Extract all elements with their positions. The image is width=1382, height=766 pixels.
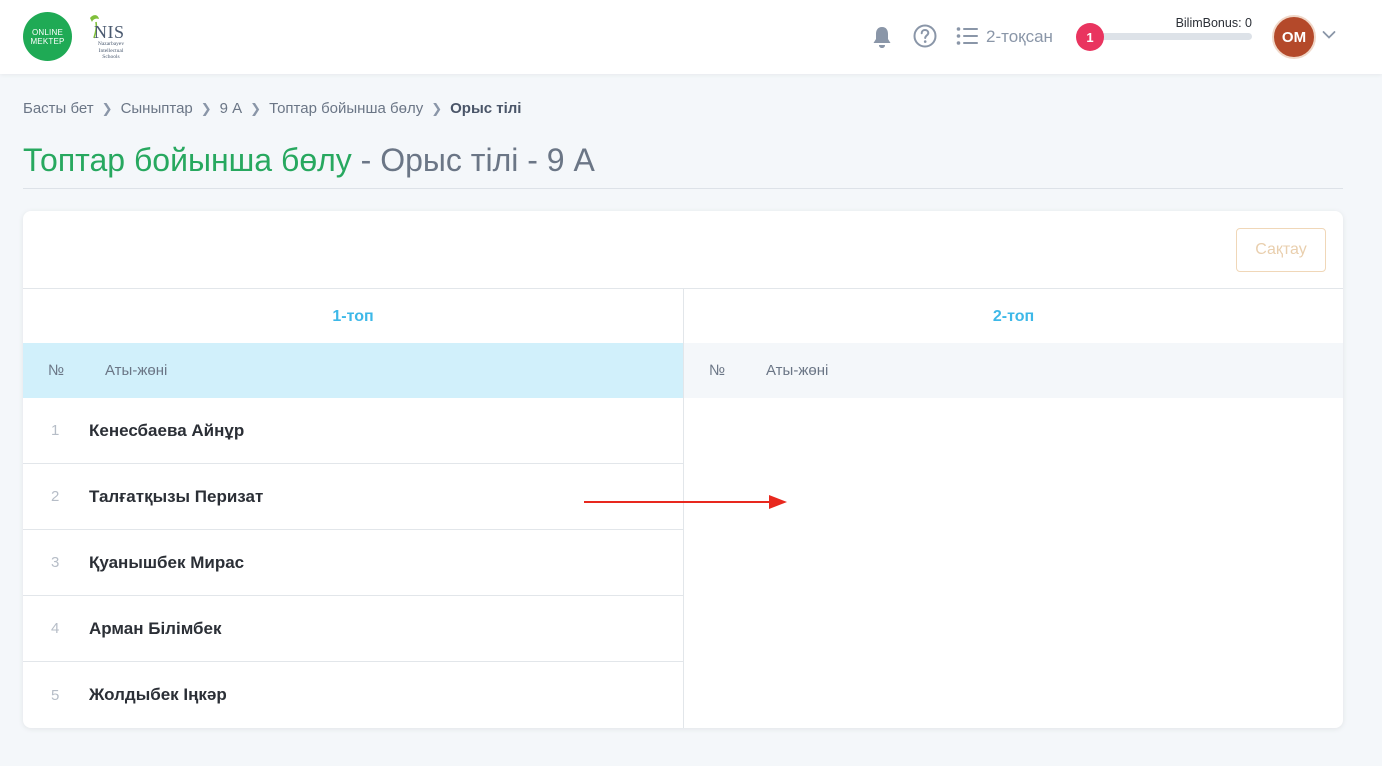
page-title-rest: - Орыс тілі - 9 А: [351, 142, 595, 178]
student-number: 4: [51, 620, 60, 637]
group-1-table-header: № Аты-жөні: [23, 343, 683, 398]
column-name-header: Аты-жөні: [105, 362, 168, 379]
column-name-header: Аты-жөні: [766, 362, 829, 379]
student-name: Арман Білімбек: [89, 618, 222, 638]
student-row[interactable]: 5 Жолдыбек Іңкәр: [23, 662, 683, 728]
student-row[interactable]: 4 Арман Білімбек: [23, 596, 683, 662]
student-number: 1: [51, 422, 60, 439]
group-1-student-list: 1 Кенесбаева Айнұр 2 Талғатқызы Перизат …: [23, 398, 683, 728]
title-divider: [23, 188, 1343, 189]
nis-logo[interactable]: NIS Nazarbayev Intellectual Schools: [84, 12, 134, 62]
chevron-right-icon: ❯: [431, 100, 443, 116]
logo-online-top: ONLINE: [32, 27, 63, 37]
nis-logo-word: NIS: [94, 22, 125, 42]
online-mektep-logo[interactable]: ONLINE MEKTEP: [23, 12, 72, 61]
page-title-main: Топтар бойынша бөлу: [23, 142, 352, 178]
drag-direction-arrow-icon: [584, 495, 787, 509]
page-title: Топтар бойынша бөлу - Орыс тілі - 9 А: [23, 142, 595, 179]
column-number-header: №: [48, 362, 65, 379]
breadcrumb-classes[interactable]: Сыныптар: [121, 100, 193, 117]
user-avatar[interactable]: ОМ: [1272, 15, 1316, 59]
student-name: Кенесбаева Айнұр: [89, 420, 245, 440]
bell-icon[interactable]: [871, 25, 893, 49]
groups-card: Сақтау 1-топ 2-топ № Аты-жөні № Аты-жөні…: [23, 211, 1343, 728]
student-number: 5: [51, 686, 60, 704]
chevron-right-icon: ❯: [200, 100, 212, 116]
group-2-table-header: № Аты-жөні: [684, 343, 1343, 398]
student-name: Қуанышбек Мирас: [89, 552, 245, 572]
chevron-right-icon: ❯: [101, 100, 113, 116]
breadcrumb-class[interactable]: 9 А: [220, 100, 243, 117]
bilim-bonus-progress: [1090, 33, 1252, 40]
bilim-bonus-label: BilimBonus: 0: [1175, 16, 1252, 30]
student-row[interactable]: 1 Кенесбаева Айнұр: [23, 398, 683, 464]
group-2-title: 2-топ: [992, 308, 1035, 325]
top-header: ONLINE MEKTEP NIS Nazarbayev Intellectua…: [0, 0, 1382, 74]
breadcrumb-home[interactable]: Басты бет: [23, 100, 94, 117]
chevron-right-icon: ❯: [250, 100, 262, 116]
column-number-header: №: [709, 362, 726, 379]
student-number: 3: [51, 554, 60, 571]
bonus-level-badge: 1: [1076, 23, 1104, 51]
student-row[interactable]: 3 Қуанышбек Мирас: [23, 530, 683, 596]
nis-logo-subtitle: Nazarbayev Intellectual Schools: [97, 41, 125, 60]
logo-online-bottom: MEKTEP: [30, 36, 65, 46]
quarter-selector[interactable]: 2-тоқсан: [986, 27, 1053, 47]
list-icon[interactable]: [956, 26, 978, 46]
save-button[interactable]: Сақтау: [1236, 228, 1326, 272]
breadcrumb-current: Орыс тілі: [450, 100, 522, 117]
breadcrumb-groups[interactable]: Топтар бойынша бөлу: [269, 100, 423, 117]
group-1-title: 1-топ: [332, 308, 374, 325]
breadcrumb: Басты бет ❯ Сыныптар ❯ 9 А ❯ Топтар бойы…: [23, 100, 521, 117]
student-number: 2: [51, 488, 60, 505]
help-icon[interactable]: [913, 24, 937, 48]
student-name: Жолдыбек Іңкәр: [89, 685, 227, 704]
student-name: Талғатқызы Перизат: [89, 486, 264, 506]
chevron-down-icon[interactable]: [1322, 30, 1336, 40]
